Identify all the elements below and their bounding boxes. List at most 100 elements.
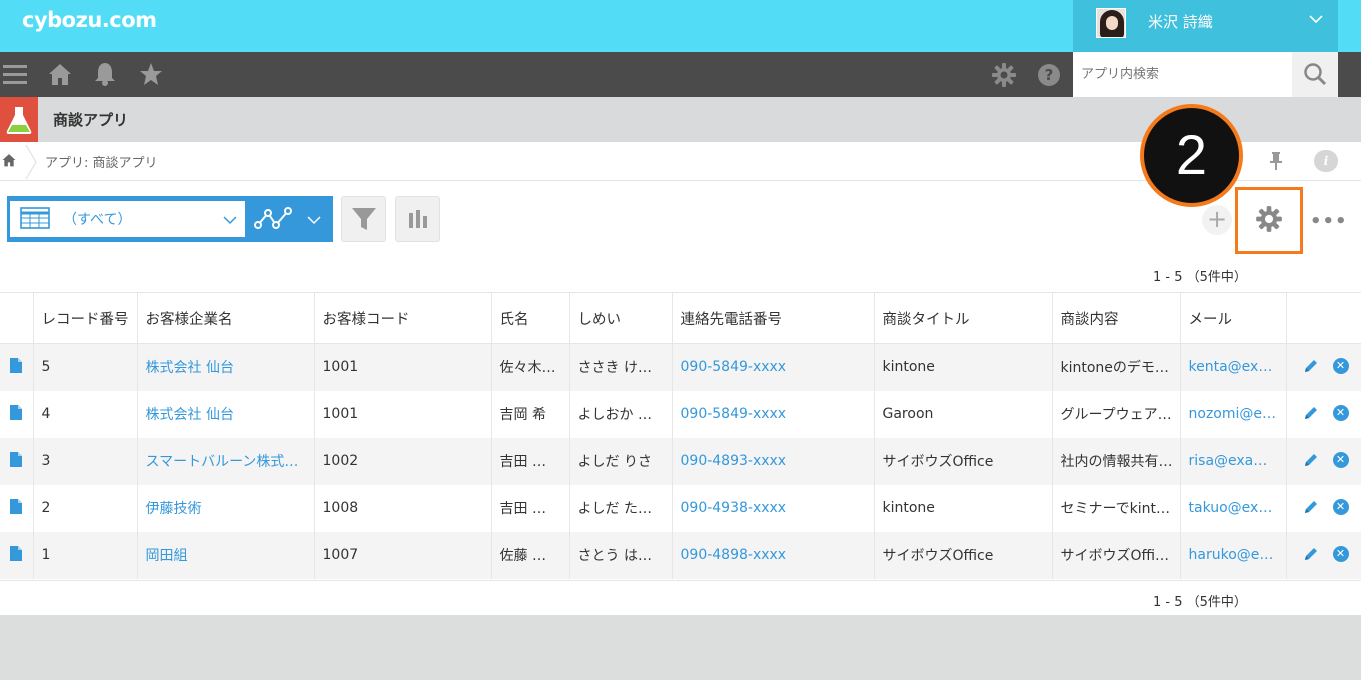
table-cell: 佐々木… [491, 343, 570, 391]
table-cell[interactable]: 090-4938-xxxx [672, 484, 875, 532]
table-cell: 2 [33, 484, 138, 532]
app-info-icon[interactable]: i [1314, 150, 1338, 172]
table-row[interactable]: 2 伊藤技術 1008 吉田 … よしだ た… 090-4938-xxxx kintone セ… [0, 484, 1361, 532]
table-row[interactable]: 5 株式会社 仙台 1001 佐々木… ささき け… 090-5849-xxxx kinto… [0, 343, 1361, 391]
chevron-down-icon[interactable] [1307, 10, 1325, 28]
table-cell: 吉田 … [491, 437, 570, 485]
delete-icon[interactable]: ✕ [1332, 545, 1349, 562]
settings-gear-icon[interactable] [992, 63, 1016, 87]
star-icon[interactable] [139, 62, 163, 86]
table-cell[interactable]: 株式会社 仙台 [137, 390, 315, 438]
table-cell: 4 [33, 390, 138, 438]
column-header[interactable]: 連絡先電話番号 [672, 292, 875, 344]
app-title: 商談アプリ [53, 111, 129, 129]
table-cell: セミナーでkint… [1052, 484, 1181, 532]
cybozu-logo[interactable]: cybozu.com [22, 8, 157, 32]
column-header[interactable]: レコード番号 [33, 292, 138, 344]
flask-icon [6, 107, 32, 134]
column-header[interactable]: 商談内容 [1052, 292, 1181, 344]
bar-chart-icon [409, 210, 427, 228]
chevron-down-icon[interactable] [306, 212, 322, 228]
column-header[interactable]: 氏名 [491, 292, 570, 344]
edit-pencil-icon[interactable] [1303, 546, 1319, 562]
table-cell[interactable]: nozomi@e… [1180, 390, 1287, 438]
search-button[interactable] [1292, 52, 1338, 97]
table-cell: 社内の情報共有… [1052, 437, 1181, 485]
table-cell: さとう は… [569, 531, 673, 579]
records-table: レコード番号 お客様企業名 お客様コード 氏名 しめい 連絡先電話番号 商談タイ… [0, 292, 1361, 579]
filter-button[interactable] [341, 196, 386, 242]
step-number-badge: 2 [1140, 104, 1243, 207]
table-cell: Garoon [874, 390, 1053, 438]
column-header[interactable]: 商談タイトル [874, 292, 1053, 344]
home-icon[interactable] [2, 153, 16, 167]
edit-pencil-icon[interactable] [1303, 358, 1319, 374]
table-cell: グループウェア… [1052, 390, 1181, 438]
table-cell[interactable]: 株式会社 仙台 [137, 343, 315, 391]
breadcrumb[interactable]: アプリ: 商談アプリ [45, 152, 158, 171]
table-cell: 1002 [314, 437, 492, 485]
pin-icon[interactable] [1267, 151, 1285, 171]
table-cell[interactable]: 090-4898-xxxx [672, 531, 875, 579]
column-header[interactable]: しめい [569, 292, 673, 344]
more-options-icon[interactable]: ••• [1310, 211, 1348, 232]
svg-text:?: ? [1045, 66, 1054, 84]
table-cell[interactable]: kenta@ex… [1180, 343, 1287, 391]
table-cell[interactable]: risa@exa… [1180, 437, 1287, 485]
column-header[interactable]: メール [1180, 292, 1287, 344]
delete-icon[interactable]: ✕ [1332, 358, 1349, 374]
app-icon [0, 97, 38, 142]
record-detail-icon[interactable] [10, 451, 23, 467]
record-detail-icon[interactable] [10, 357, 23, 373]
table-cell[interactable]: haruko@e… [1180, 531, 1287, 579]
table-view-icon [20, 207, 50, 229]
table-cell: 5 [33, 343, 138, 391]
graph-button[interactable] [395, 196, 440, 242]
table-row[interactable]: 4 株式会社 仙台 1001 吉岡 希よしおか … 090-5849-xxxx Garoo… [0, 390, 1361, 438]
column-header[interactable]: お客様コード [314, 292, 492, 344]
delete-icon[interactable]: ✕ [1332, 498, 1349, 515]
table-cell[interactable]: スマートバルーン株式… [137, 437, 315, 485]
table-cell[interactable]: 090-5849-xxxx [672, 390, 875, 438]
edit-pencil-icon[interactable] [1303, 452, 1319, 468]
view-selector-label[interactable]: （すべて） [63, 209, 131, 229]
hamburger-menu-icon[interactable] [3, 62, 27, 86]
table-cell: 3 [33, 437, 138, 485]
table-row[interactable]: 1 岡田組 1007 佐藤 … さとう は… 090-4898-xxxx サイボウズOffi… [0, 531, 1361, 579]
settings-highlight-box [1235, 187, 1303, 254]
home-icon[interactable] [48, 62, 72, 86]
record-detail-icon[interactable] [10, 498, 23, 514]
edit-pencil-icon[interactable] [1303, 405, 1319, 421]
search-icon [1304, 63, 1327, 86]
edit-pencil-icon[interactable] [1303, 499, 1319, 515]
delete-icon[interactable]: ✕ [1332, 451, 1349, 468]
pagination-top: 1 - 5 （5件中） [1153, 270, 1247, 285]
delete-icon[interactable]: ✕ [1332, 404, 1349, 421]
record-detail-icon[interactable] [10, 404, 23, 420]
table-cell: kintoneのデモ… [1052, 343, 1181, 391]
table-cell: 1001 [314, 390, 492, 438]
help-icon[interactable]: ? [1037, 63, 1061, 87]
column-header[interactable]: お客様企業名 [137, 292, 315, 344]
table-cell: kintone [874, 343, 1053, 391]
table-cell: 1 [33, 531, 138, 579]
table-header-row: レコード番号 お客様企業名 お客様コード 氏名 しめい 連絡先電話番号 商談タイ… [0, 292, 1361, 344]
table-cell: サイボウズOffice [874, 437, 1053, 485]
table-cell: 1001 [314, 343, 492, 391]
table-row[interactable]: 3 スマートバルーン株式… 1002 吉田 … よしだ りさ 090-4893-xxxx サ… [0, 437, 1361, 485]
chevron-down-icon[interactable] [222, 212, 238, 228]
filter-icon [352, 208, 376, 230]
table-cell[interactable]: 090-4893-xxxx [672, 437, 875, 485]
record-detail-icon[interactable] [10, 545, 23, 561]
table-cell[interactable]: 岡田組 [137, 531, 315, 579]
app-search-input[interactable] [1073, 52, 1292, 97]
table-cell[interactable]: 090-5849-xxxx [672, 343, 875, 391]
table-cell: 1007 [314, 531, 492, 579]
bell-icon[interactable] [94, 62, 116, 86]
add-record-button[interactable]: + [1202, 205, 1232, 235]
table-cell[interactable]: takuo@ex… [1180, 484, 1287, 532]
user-menu[interactable]: 米沢 詩織 [1073, 0, 1338, 52]
table-cell: サイボウズOffice [874, 531, 1053, 579]
table-cell: kintone [874, 484, 1053, 532]
table-cell[interactable]: 伊藤技術 [137, 484, 315, 532]
